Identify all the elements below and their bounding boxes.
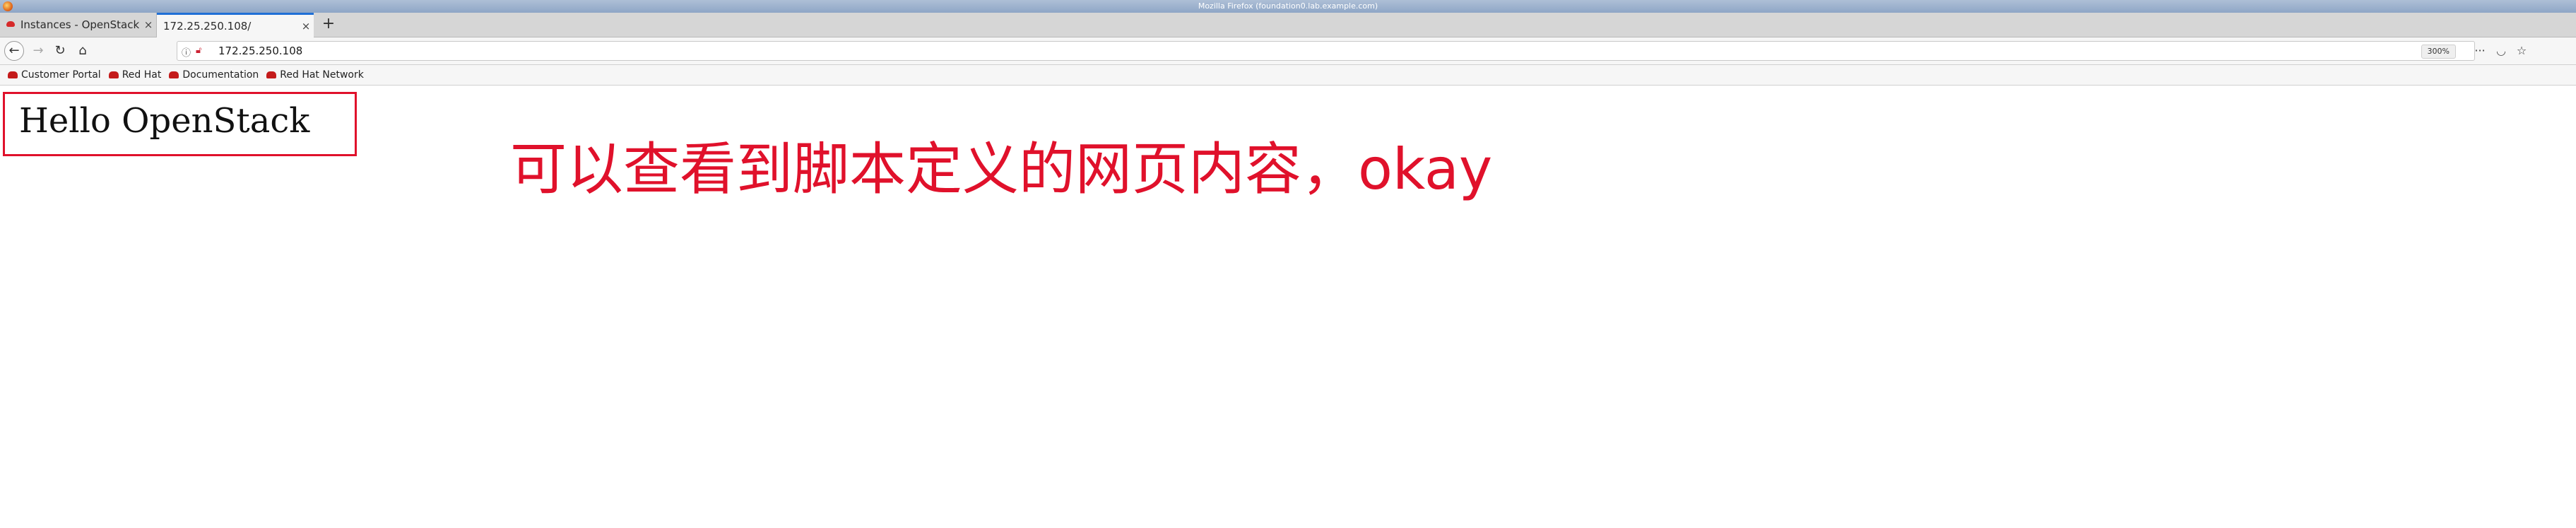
bookmark-label: Documentation <box>182 69 259 81</box>
pocket-icon: ◡ <box>2496 44 2506 57</box>
arrow-right-icon: → <box>33 43 44 58</box>
reload-icon: ↻ <box>54 43 66 58</box>
back-button[interactable]: ← <box>4 41 24 61</box>
window-title: Mozilla Firefox (foundation0.lab.example… <box>1198 1 1378 11</box>
bookmarks-toolbar: Customer Portal Red Hat Documentation Re… <box>0 65 2576 86</box>
url-text[interactable]: 172.25.250.108 <box>218 45 302 57</box>
annotation-text: 可以查看到脚本定义的网页内容，okay <box>510 136 1493 202</box>
redhat-bookmark-icon <box>108 71 119 78</box>
pocket-button[interactable]: ◡ <box>2492 41 2510 61</box>
bookmark-documentation[interactable]: Documentation <box>169 69 259 81</box>
close-icon[interactable]: × <box>141 18 156 31</box>
arrow-left-icon: ← <box>8 43 20 58</box>
tab-bar: Instances - OpenStack Dashboard × 172.25… <box>0 13 2576 37</box>
new-tab-button[interactable]: + <box>319 16 338 34</box>
bookmark-red-hat[interactable]: Red Hat <box>108 69 162 81</box>
redhat-bookmark-icon <box>8 71 18 78</box>
window-titlebar: Mozilla Firefox (foundation0.lab.example… <box>0 0 2576 13</box>
home-icon: ⌂ <box>78 43 87 58</box>
navigation-toolbar: ← → ↻ ⌂ ⓘ 🔓︎ 172.25.250.108 300% ··· ◡ ☆ <box>0 37 2576 65</box>
bookmark-red-hat-network[interactable]: Red Hat Network <box>266 69 364 81</box>
bookmark-label: Customer Portal <box>21 69 101 81</box>
bookmark-label: Red Hat <box>122 69 162 81</box>
bookmark-label: Red Hat Network <box>280 69 364 81</box>
tab-current-page[interactable]: 172.25.250.108/ × <box>157 13 314 37</box>
tab-label: Instances - OpenStack Dashboard <box>20 18 141 31</box>
zoom-level-button[interactable]: 300% <box>2421 45 2456 59</box>
more-icon: ··· <box>2474 44 2486 57</box>
close-icon[interactable]: × <box>298 20 314 33</box>
redhat-bookmark-icon <box>169 71 179 78</box>
reload-button[interactable]: ↻ <box>50 41 70 61</box>
page-heading: Hello OpenStack <box>19 101 310 141</box>
page-heading-highlight-box: Hello OpenStack <box>3 92 357 156</box>
bookmark-star-button[interactable]: ☆ <box>2512 41 2531 61</box>
forward-button[interactable]: → <box>28 41 48 61</box>
star-icon: ☆ <box>2516 44 2527 57</box>
bookmark-customer-portal[interactable]: Customer Portal <box>8 69 101 81</box>
site-info-icon[interactable]: ⓘ <box>182 45 191 59</box>
tab-instances[interactable]: Instances - OpenStack Dashboard × <box>0 13 157 37</box>
home-button[interactable]: ⌂ <box>73 41 93 61</box>
insecure-lock-icon[interactable]: 🔓︎ <box>196 45 201 56</box>
tab-label: 172.25.250.108/ <box>163 20 252 33</box>
redhat-favicon-icon <box>6 20 16 30</box>
url-bar[interactable]: ⓘ 🔓︎ 172.25.250.108 300% <box>177 41 2475 61</box>
redhat-bookmark-icon <box>266 71 277 78</box>
firefox-logo-icon <box>3 1 13 11</box>
page-actions-button[interactable]: ··· <box>2471 41 2489 61</box>
